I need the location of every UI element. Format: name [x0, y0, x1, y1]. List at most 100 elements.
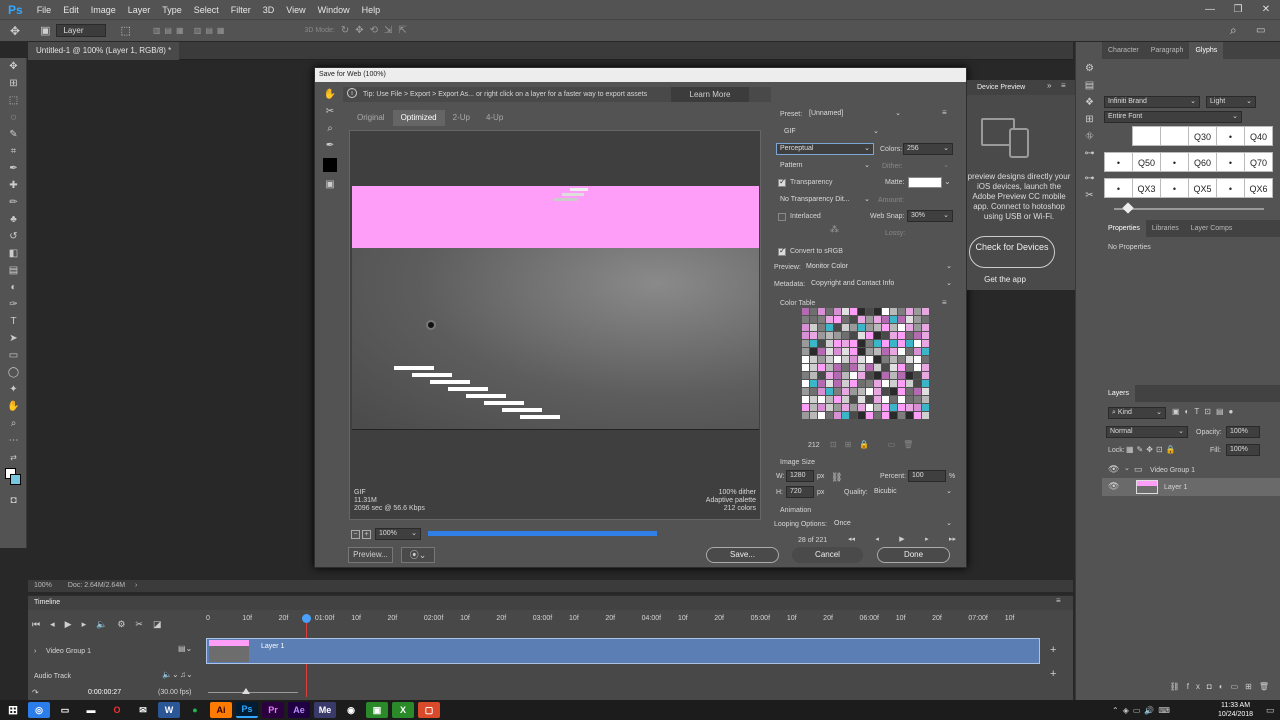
artboard-tool-icon[interactable]: ⊞ — [0, 75, 27, 92]
color-swatch[interactable] — [818, 412, 825, 419]
menu-image[interactable]: Image — [85, 5, 122, 15]
color-swatch[interactable] — [834, 364, 841, 371]
color-swatch[interactable] — [914, 348, 921, 355]
mail-icon[interactable]: ✉ — [132, 702, 154, 718]
file-explorer-icon[interactable]: ▭ — [54, 702, 76, 718]
swap-colors-icon[interactable]: ⇄ — [0, 449, 27, 466]
color-swatch[interactable] — [810, 404, 817, 411]
color-swatch[interactable] — [922, 380, 929, 387]
color-swatch[interactable] — [802, 316, 809, 323]
color-swatch[interactable] — [818, 316, 825, 323]
preview-mode-dropdown[interactable]: Monitor Color ⌄ — [802, 261, 956, 273]
word-icon[interactable]: W — [158, 702, 180, 718]
color-swatch[interactable] — [914, 404, 921, 411]
glyph-size-slider[interactable] — [1114, 208, 1264, 210]
glyph-cell[interactable]: • — [1160, 152, 1189, 172]
color-swatch[interactable] — [858, 404, 865, 411]
color-swatch[interactable] — [882, 308, 889, 315]
swatches-icon[interactable]: ⊞ — [1076, 111, 1103, 128]
tab-libraries[interactable]: Libraries — [1146, 225, 1185, 232]
color-swatch[interactable] — [834, 332, 841, 339]
color-swatch[interactable] — [890, 356, 897, 363]
transparency-checkbox[interactable] — [778, 177, 786, 187]
app-icon[interactable]: ◉ — [340, 702, 362, 718]
color-swatch[interactable] — [850, 364, 857, 371]
dither-amount-field[interactable]: ⌄ — [903, 160, 953, 172]
add-audio-icon[interactable]: + — [1050, 668, 1056, 680]
color-swatch[interactable] — [802, 412, 809, 419]
color-swatch[interactable] — [882, 340, 889, 347]
color-swatch[interactable] — [882, 388, 889, 395]
adjustments-icon[interactable]: ⊶ — [1076, 145, 1103, 162]
tab-character[interactable]: Character — [1102, 47, 1145, 54]
get-app-link[interactable]: Get the app — [967, 275, 1043, 284]
search-icon[interactable]: ⌕ — [1230, 23, 1237, 38]
color-swatch[interactable] — [866, 388, 873, 395]
color-swatch[interactable] — [866, 316, 873, 323]
color-swatch[interactable] — [858, 380, 865, 387]
color-swatch[interactable] — [810, 388, 817, 395]
menu-window[interactable]: Window — [312, 5, 356, 15]
workspace-icon[interactable]: ▭ — [1256, 25, 1265, 36]
menu-layer[interactable]: Layer — [122, 5, 157, 15]
glyph-cell[interactable]: Q30 — [1188, 126, 1217, 146]
color-swatch[interactable] — [858, 356, 865, 363]
layer-row-group[interactable]: 👁 ⌄ ▭ Video Group 1 — [1102, 462, 1280, 478]
glyph-cell[interactable]: • — [1104, 178, 1133, 198]
color-swatch[interactable] — [810, 348, 817, 355]
color-swatch[interactable] — [890, 388, 897, 395]
blur-tool-icon[interactable]: ◐ — [0, 279, 27, 296]
auto-select-target-dropdown[interactable]: Layer — [56, 24, 107, 37]
tab-paragraph[interactable]: Paragraph — [1145, 47, 1190, 54]
excel-icon[interactable]: X — [392, 702, 414, 718]
premiere-icon[interactable]: Pr — [262, 702, 284, 718]
color-swatch[interactable] — [826, 316, 833, 323]
eyedropper-tool-icon[interactable]: ✒ — [0, 160, 27, 177]
slice-select-tool-icon[interactable]: ✂ — [321, 103, 339, 120]
notifications-icon[interactable]: ▭ — [1266, 705, 1275, 716]
color-swatch[interactable] — [922, 340, 929, 347]
color-swatch[interactable] — [866, 348, 873, 355]
zoom-level-dropdown[interactable]: 100% ⌄ — [375, 528, 421, 540]
path-select-tool-icon[interactable]: ➤ — [0, 330, 27, 347]
color-swatch[interactable] — [866, 372, 873, 379]
color-swatch[interactable] — [826, 348, 833, 355]
glyph-cell[interactable]: QX3 — [1132, 178, 1161, 198]
playhead-handle[interactable] — [302, 614, 311, 623]
menu-filter[interactable]: Filter — [225, 5, 257, 15]
color-swatch[interactable] — [906, 308, 913, 315]
color-swatch[interactable] — [882, 372, 889, 379]
color-swatch[interactable] — [826, 372, 833, 379]
color-swatch[interactable] — [898, 404, 905, 411]
color-swatch[interactable] — [874, 388, 881, 395]
glyph-cell[interactable]: • — [1104, 152, 1133, 172]
toggle-slices-icon[interactable]: ▣ — [321, 176, 339, 193]
format-dropdown[interactable]: GIF ⌄ — [780, 126, 883, 138]
color-swatch[interactable] — [874, 332, 881, 339]
tab-glyphs[interactable]: Glyphs — [1189, 42, 1224, 59]
color-swatch[interactable] — [922, 372, 929, 379]
color-swatch[interactable] — [842, 340, 849, 347]
glyph-cell[interactable]: Q50 — [1132, 152, 1161, 172]
color-swatch[interactable] — [906, 404, 913, 411]
color-swatch[interactable] — [858, 348, 865, 355]
red-app-icon[interactable]: ▢ — [418, 702, 440, 718]
color-swatch[interactable] — [874, 324, 881, 331]
video-clip[interactable]: Layer 1 — [206, 638, 1040, 664]
chevron-down-icon[interactable]: ⌄ — [1124, 464, 1130, 472]
color-swatch[interactable] — [866, 396, 873, 403]
menu-select[interactable]: Select — [188, 5, 225, 15]
glyph-cell[interactable]: • — [1216, 126, 1245, 146]
color-swatch[interactable] — [850, 316, 857, 323]
color-swatch[interactable] — [866, 324, 873, 331]
tab-layers[interactable]: Layers — [1102, 385, 1136, 402]
matte-color-swatch[interactable] — [908, 177, 942, 188]
photoshop-icon[interactable]: Ps — [236, 702, 258, 718]
color-swatch[interactable] — [826, 404, 833, 411]
color-icon[interactable]: ❖ — [1076, 94, 1103, 111]
glyph-cell[interactable] — [1160, 126, 1189, 146]
spotify-icon[interactable]: ● — [184, 702, 206, 718]
color-swatch[interactable] — [842, 324, 849, 331]
color-swatch[interactable] — [802, 388, 809, 395]
document-tab[interactable]: Untitled-1 @ 100% (Layer 1, RGB/8) * — [28, 42, 180, 60]
